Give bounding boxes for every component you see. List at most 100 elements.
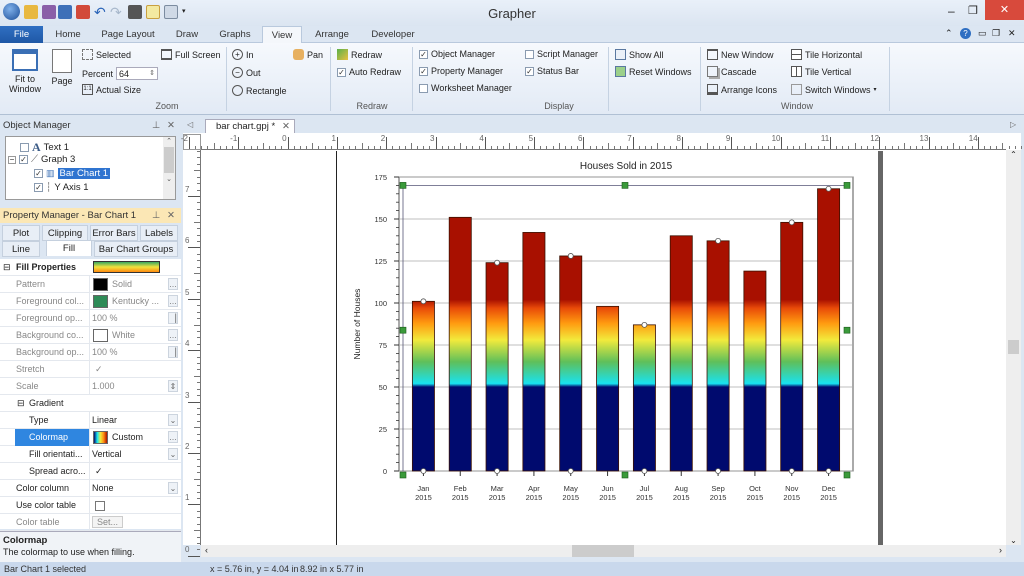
close-panel-icon[interactable]: ✕ bbox=[167, 118, 175, 133]
tab-draw[interactable]: Draw bbox=[168, 26, 206, 43]
show-all-button[interactable]: Show All bbox=[615, 49, 664, 60]
tree-item-text-1[interactable]: A Text 1 bbox=[20, 140, 69, 155]
property-value[interactable]: None bbox=[92, 480, 170, 497]
redraw-button[interactable]: Redraw bbox=[337, 49, 382, 60]
scroll-up-icon[interactable]: ⌃ bbox=[163, 137, 175, 145]
pan-button[interactable]: Pan bbox=[293, 49, 323, 60]
property-value[interactable]: 100 % bbox=[92, 310, 170, 327]
tree-item-graph-3[interactable]: − ✓ ⟋ Graph 3 bbox=[8, 154, 75, 165]
property-row[interactable]: Use color table bbox=[0, 497, 181, 514]
dropdown-button[interactable]: ⌄ bbox=[168, 414, 178, 426]
visibility-checkbox[interactable]: ✓ bbox=[19, 155, 28, 164]
tab-bar-chart-groups[interactable]: Bar Chart Groups bbox=[94, 241, 178, 257]
property-value[interactable]: Custom bbox=[92, 429, 170, 446]
opacity-slider[interactable]: ▕ bbox=[168, 312, 178, 324]
fill-properties-section[interactable]: ⊟ Fill Properties bbox=[0, 259, 181, 276]
property-row[interactable]: Foreground col... Kentucky ...… bbox=[0, 293, 181, 310]
restore-button[interactable]: ❐ bbox=[968, 4, 978, 17]
property-row[interactable]: Background co... White… bbox=[0, 327, 181, 344]
property-manager-checkbox[interactable]: ✓ Property Manager bbox=[419, 66, 503, 76]
collapse-ribbon-icon[interactable]: ⌃ bbox=[945, 28, 953, 39]
tab-scroll-left-icon[interactable]: ◁ bbox=[187, 120, 193, 129]
worksheet-manager-checkbox[interactable]: Worksheet Manager bbox=[419, 83, 512, 93]
property-value[interactable]: Kentucky ... bbox=[92, 293, 170, 310]
property-row[interactable]: Colormap Custom… bbox=[0, 429, 181, 446]
scroll-right-icon[interactable]: › bbox=[999, 545, 1002, 555]
cascade-button[interactable]: Cascade bbox=[707, 66, 757, 77]
switch-windows-dropdown[interactable]: Switch Windows ▾ bbox=[791, 84, 877, 95]
property-row[interactable]: Pattern Solid… bbox=[0, 276, 181, 293]
tab-arrange[interactable]: Arrange bbox=[308, 26, 356, 43]
collapse-icon[interactable]: ⊟ bbox=[17, 395, 25, 411]
collapse-icon[interactable]: − bbox=[8, 155, 16, 164]
object-manager-checkbox[interactable]: ✓ Object Manager bbox=[419, 49, 495, 59]
minimize-button[interactable]: – bbox=[948, 4, 955, 18]
gradient-section[interactable]: ⊟ Gradient bbox=[0, 395, 181, 412]
property-row[interactable]: Fill orientati... Vertical ⌄ bbox=[0, 446, 181, 463]
tab-view[interactable]: View bbox=[262, 26, 302, 44]
tab-page-layout[interactable]: Page Layout bbox=[96, 26, 160, 43]
property-value[interactable]: ✓ bbox=[92, 463, 170, 480]
percent-input[interactable]: 64 ⇕ bbox=[116, 67, 159, 80]
tab-graphs[interactable]: Graphs bbox=[212, 26, 258, 43]
tab-home[interactable]: Home bbox=[50, 26, 86, 43]
property-row[interactable]: Stretch ✓ bbox=[0, 361, 181, 378]
ellipsis-button[interactable]: … bbox=[168, 278, 178, 290]
fit-to-window-button[interactable]: Fit to Window bbox=[6, 49, 44, 94]
spin-button[interactable]: ⇕ bbox=[168, 380, 178, 392]
dropdown-button[interactable]: ⌄ bbox=[168, 482, 178, 494]
property-value[interactable] bbox=[92, 497, 170, 514]
scroll-left-icon[interactable]: ‹ bbox=[205, 545, 208, 555]
doc-close-icon[interactable]: ✕ bbox=[1008, 28, 1016, 39]
close-panel-icon[interactable]: ✕ bbox=[167, 208, 175, 223]
scroll-down-icon[interactable]: ⌄ bbox=[163, 175, 175, 183]
property-row[interactable]: Color table Set... bbox=[0, 514, 181, 531]
property-value[interactable]: ✓ bbox=[92, 361, 170, 378]
doc-restore-icon[interactable]: ❐ bbox=[992, 28, 1000, 39]
full-screen-button[interactable]: Full Screen bbox=[161, 49, 221, 60]
tile-vertical-button[interactable]: Tile Vertical bbox=[791, 66, 851, 77]
visibility-checkbox[interactable]: ✓ bbox=[34, 169, 43, 178]
tab-line[interactable]: Line bbox=[2, 241, 40, 257]
pin-icon[interactable]: ⊥ bbox=[152, 208, 160, 223]
tree-item-bar-chart-1[interactable]: ✓ ▥ Bar Chart 1 bbox=[34, 168, 111, 179]
zoom-rectangle-button[interactable]: Rectangle bbox=[232, 85, 287, 96]
property-row[interactable]: Background op... 100 % ▕ bbox=[0, 344, 181, 361]
property-value[interactable]: White bbox=[92, 327, 170, 344]
document-tab[interactable]: bar chart.gpj * ✕ bbox=[205, 119, 295, 133]
spin-icon[interactable]: ⇕ bbox=[149, 68, 155, 80]
status-bar-checkbox[interactable]: ✓ Status Bar bbox=[525, 66, 579, 76]
tile-horizontal-button[interactable]: Tile Horizontal bbox=[791, 49, 862, 60]
property-row[interactable]: Scale 1.000 ⇕ bbox=[0, 378, 181, 395]
horizontal-scrollbar[interactable]: ‹ › bbox=[201, 545, 1006, 557]
property-row[interactable]: Color column None ⌄ bbox=[0, 480, 181, 497]
scroll-thumb[interactable] bbox=[1008, 340, 1019, 354]
tab-labels[interactable]: Labels bbox=[140, 225, 178, 241]
zoom-out-button[interactable]: − Out bbox=[232, 67, 261, 78]
actual-size-button[interactable]: 1:1 Actual Size bbox=[82, 84, 141, 95]
checkbox[interactable] bbox=[95, 500, 105, 511]
tree-scrollbar[interactable]: ⌃ ⌄ bbox=[163, 137, 175, 199]
doc-minimize-icon[interactable]: ▭ bbox=[978, 28, 987, 39]
scroll-thumb[interactable] bbox=[572, 545, 634, 557]
tab-scroll-right-icon[interactable]: ▷ bbox=[1010, 120, 1016, 129]
new-window-button[interactable]: New Window bbox=[707, 49, 774, 60]
collapse-icon[interactable]: ⊟ bbox=[3, 259, 11, 275]
tab-error-bars[interactable]: Error Bars bbox=[90, 225, 138, 241]
visibility-checkbox[interactable]: ✓ bbox=[34, 183, 43, 192]
tab-file[interactable]: File bbox=[0, 26, 43, 43]
property-value[interactable]: Set... bbox=[92, 514, 170, 531]
scroll-up-icon[interactable]: ⌃ bbox=[1006, 150, 1021, 159]
auto-redraw-checkbox[interactable]: ✓ Auto Redraw bbox=[337, 67, 401, 77]
page-button[interactable]: Page bbox=[50, 49, 74, 86]
property-value[interactable]: Vertical bbox=[92, 446, 170, 463]
reset-windows-button[interactable]: Reset Windows bbox=[615, 66, 692, 77]
visibility-checkbox[interactable] bbox=[20, 143, 29, 152]
bar-chart[interactable]: Houses Sold in 2015 0 25 50 75 100 125 150 175 Nu… bbox=[336, 151, 879, 545]
property-value[interactable]: 1.000 bbox=[92, 378, 170, 395]
tab-fill[interactable]: Fill bbox=[46, 240, 92, 256]
property-value[interactable]: Linear bbox=[92, 412, 170, 429]
property-row[interactable]: Type Linear ⌄ bbox=[0, 412, 181, 429]
scroll-down-icon[interactable]: ⌄ bbox=[1006, 536, 1021, 545]
tab-clipping[interactable]: Clipping bbox=[42, 225, 88, 241]
